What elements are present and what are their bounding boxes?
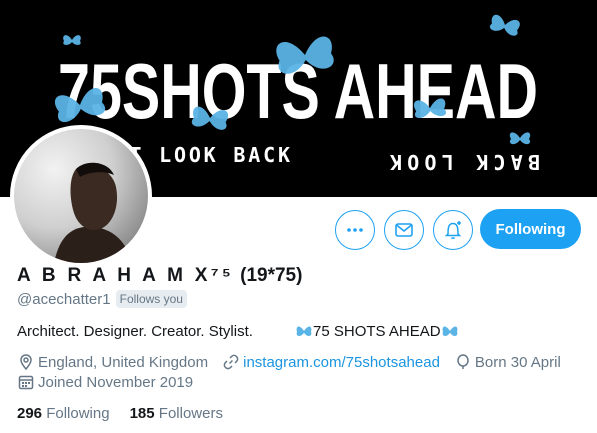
butterfly-icon [442, 326, 457, 336]
avatar-photo [14, 129, 148, 263]
profile-stats: 296 Following 185 Followers [17, 405, 243, 422]
profile-avatar[interactable] [10, 125, 152, 267]
bio-tagline: 75 SHOTS AHEAD [295, 323, 459, 340]
website-item[interactable]: instagram.com/75shotsahead [222, 353, 440, 371]
message-button[interactable] [384, 210, 424, 250]
profile-meta-row: England, United Kingdom instagram.com/75… [17, 353, 575, 371]
user-handle: @acechatter1 [17, 290, 111, 308]
bio-text: Architect. Designer. Creator. Stylist. [17, 323, 253, 340]
birthday-item: Born 30 April [454, 353, 561, 371]
profile-joined-row: Joined November 2019 [17, 373, 207, 391]
butterfly-icon [296, 326, 312, 336]
following-stat[interactable]: 296 Following [17, 405, 110, 422]
following-count: 296 [17, 405, 43, 422]
more-icon [347, 228, 363, 232]
bell-plus-icon [444, 221, 462, 239]
website-link[interactable]: instagram.com/75shotsahead [243, 354, 440, 371]
following-button[interactable]: Following [480, 209, 581, 249]
following-label: Following [46, 405, 110, 422]
handle-row: @acechatter1 Follows you [17, 290, 187, 308]
banner-tagline-mirrored: BACK LOOK [390, 150, 540, 174]
joined-item: Joined November 2019 [17, 373, 193, 391]
calendar-icon [18, 375, 34, 390]
more-button[interactable] [335, 210, 375, 250]
followers-stat[interactable]: 185 Followers [130, 405, 223, 422]
location-item: England, United Kingdom [17, 353, 208, 371]
balloon-icon [457, 354, 469, 369]
profile-bio: Architect. Designer. Creator. Stylist. 7… [17, 323, 457, 340]
display-name: A B R A H A M X⁷⁵ [17, 265, 235, 286]
location-pin-icon [20, 354, 32, 371]
joined-text: Joined November 2019 [38, 373, 194, 391]
link-icon [223, 354, 239, 370]
bio-tagline-text: 75 SHOTS AHEAD [313, 323, 441, 340]
display-name-suffix: (19*75) [240, 265, 303, 286]
profile-name-row: A B R A H A M X⁷⁵ (19*75) [17, 265, 302, 287]
birthday-text: Born 30 April [474, 353, 561, 371]
followers-label: Followers [158, 405, 223, 422]
follows-you-badge: Follows you [115, 290, 187, 308]
notifications-button[interactable] [433, 210, 473, 250]
envelope-icon [395, 223, 413, 237]
followers-count: 185 [129, 405, 155, 422]
location-text: England, United Kingdom [38, 353, 209, 371]
